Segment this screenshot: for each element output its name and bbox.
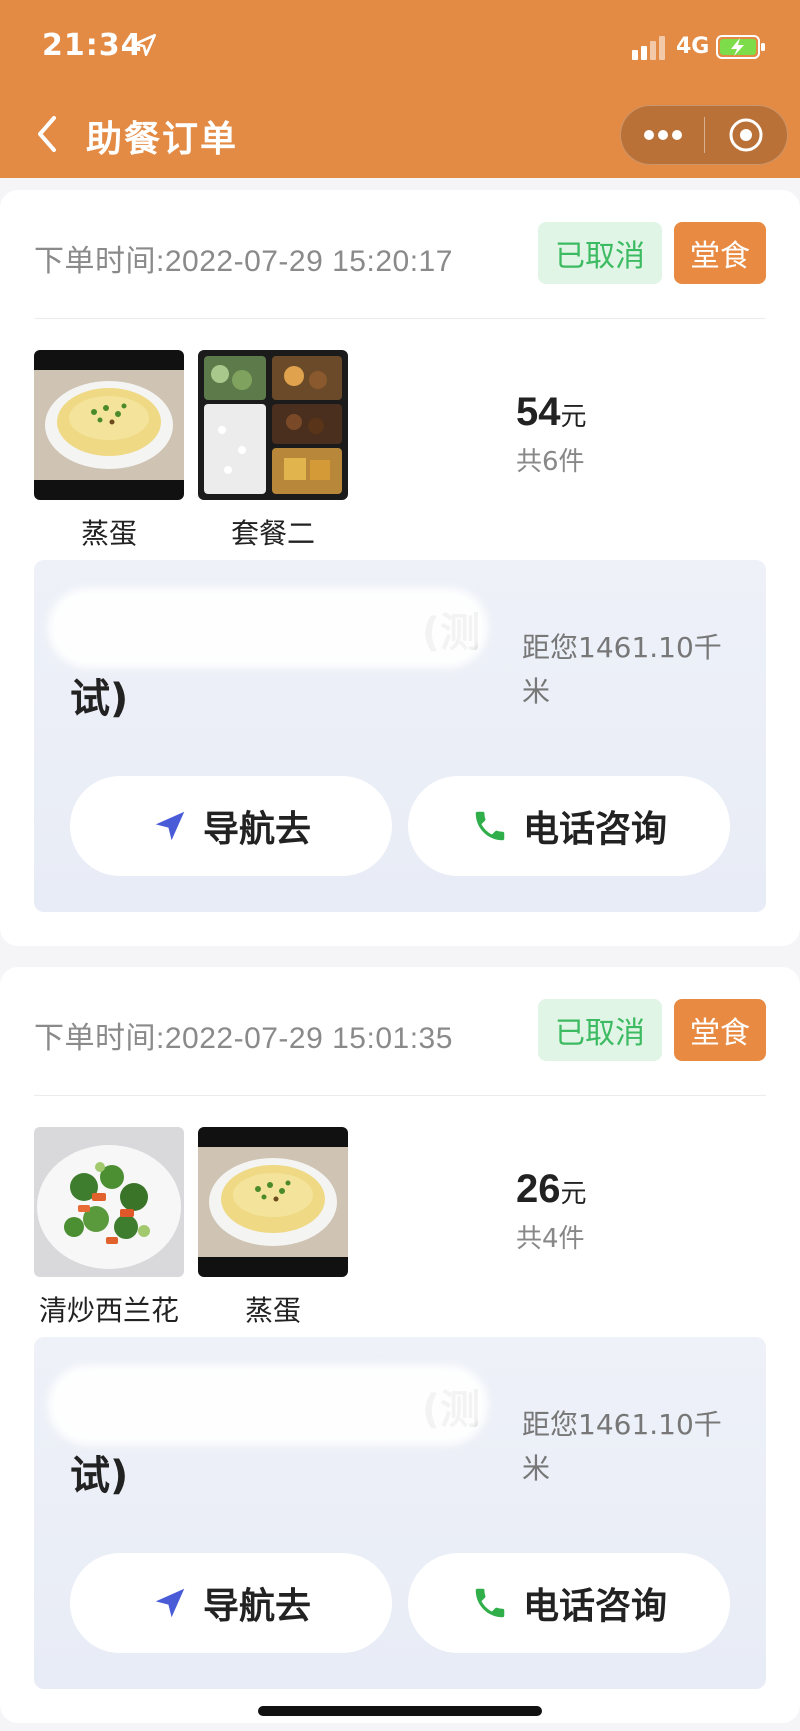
dish-item[interactable]: 套餐二	[198, 350, 348, 552]
miniprogram-capsule	[620, 105, 788, 165]
item-count: 共6件	[516, 447, 585, 477]
location-arrow-icon	[133, 33, 157, 57]
dish-name: 蒸蛋	[244, 1294, 301, 1327]
call-label: 电话咨询	[522, 809, 667, 850]
store-info: (测 试) 距您1461.10千米 导航去 电话咨询	[34, 1337, 766, 1689]
more-dots-icon	[643, 130, 682, 140]
dine-type-badge: 堂食	[674, 222, 766, 284]
navigate-label: 导航去	[202, 1586, 311, 1627]
order-card[interactable]: 下单时间:2022-07-29 15:01:35 已取消 堂食 清炒西兰花 蒸蛋…	[0, 967, 800, 1723]
redaction-blur	[48, 1365, 488, 1445]
price-amount: 54	[516, 390, 561, 434]
item-count: 共4件	[516, 1224, 585, 1254]
store-name-line2: 试)	[70, 1453, 129, 1499]
back-arrow-icon[interactable]	[32, 112, 62, 156]
dish-name: 蒸蛋	[80, 517, 137, 550]
call-button[interactable]: 电话咨询	[408, 1553, 730, 1653]
home-indicator[interactable]	[258, 1706, 542, 1716]
phone-icon	[475, 811, 505, 841]
divider	[34, 1095, 766, 1096]
store-distance: 距您1461.10千米	[522, 1408, 722, 1485]
status-badge: 已取消	[538, 222, 662, 284]
navigate-label: 导航去	[202, 809, 311, 850]
status-badge: 已取消	[538, 999, 662, 1061]
store-distance: 距您1461.10千米	[522, 631, 722, 708]
broccoli-photo	[34, 1127, 184, 1277]
page-title: 助餐订单	[86, 119, 239, 160]
set-meal-photo	[198, 350, 348, 500]
dish-name: 清炒西兰花	[38, 1294, 179, 1327]
signal-icon	[632, 36, 665, 60]
dish-item[interactable]: 蒸蛋	[34, 350, 184, 552]
dish-name: 套餐二	[230, 517, 315, 550]
order-time: 下单时间:2022-07-29 15:20:17	[34, 245, 453, 278]
more-button[interactable]	[621, 105, 704, 165]
battery-charging-icon	[716, 35, 765, 59]
phone-icon	[475, 1588, 505, 1618]
price-unit: 元	[560, 1179, 587, 1209]
divider	[34, 318, 766, 319]
dish-item[interactable]: 清炒西兰花	[34, 1127, 184, 1329]
call-label: 电话咨询	[522, 1586, 667, 1627]
navigation-arrow-icon	[155, 811, 185, 841]
order-card[interactable]: 下单时间:2022-07-29 15:20:17 已取消 堂食 蒸蛋 套餐二 5…	[0, 190, 800, 946]
steamed-egg-photo	[34, 350, 184, 500]
status-bar: 21:34 4G	[0, 0, 800, 92]
order-time: 下单时间:2022-07-29 15:01:35	[34, 1022, 453, 1055]
nav-bar: 助餐订单	[0, 92, 800, 178]
dine-type-badge: 堂食	[674, 999, 766, 1061]
store-info: (测 试) 距您1461.10千米 导航去 电话咨询	[34, 560, 766, 912]
target-circle-icon	[729, 118, 763, 152]
order-price: 54元 共6件	[516, 390, 587, 478]
store-name-line2: 试)	[70, 676, 129, 722]
call-button[interactable]: 电话咨询	[408, 776, 730, 876]
close-miniprogram-button[interactable]	[705, 105, 787, 165]
price-unit: 元	[560, 402, 587, 432]
redaction-blur	[48, 588, 488, 668]
navigation-arrow-icon	[155, 1588, 185, 1618]
navigate-button[interactable]: 导航去	[70, 776, 392, 876]
price-amount: 26	[516, 1167, 561, 1211]
steamed-egg-photo	[198, 1127, 348, 1277]
network-type: 4G	[676, 34, 710, 59]
status-time: 21:34	[42, 28, 143, 63]
navigate-button[interactable]: 导航去	[70, 1553, 392, 1653]
dish-item[interactable]: 蒸蛋	[198, 1127, 348, 1329]
order-price: 26元 共4件	[516, 1167, 587, 1255]
